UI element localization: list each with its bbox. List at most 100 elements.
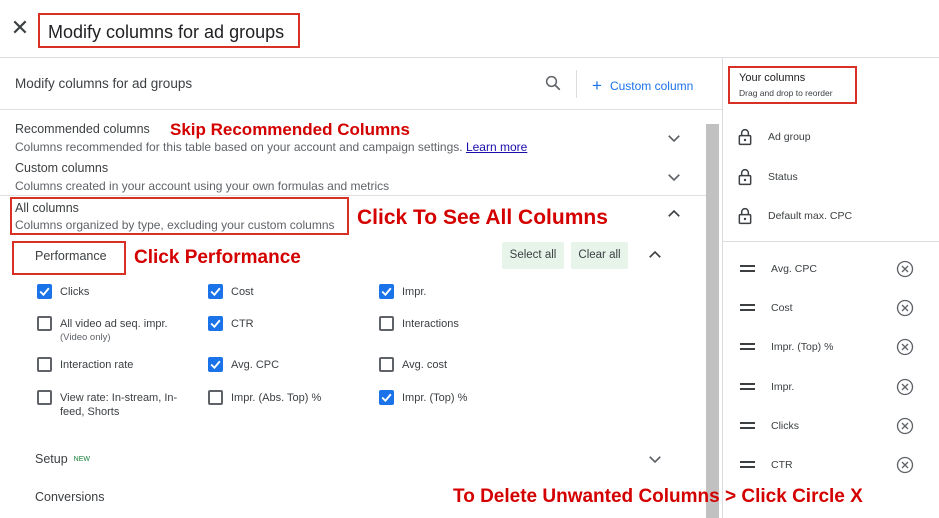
lock-icon <box>738 169 752 186</box>
annotation-see-all: Click To See All Columns <box>357 206 608 229</box>
drag-handle-icon[interactable] <box>740 422 755 430</box>
recommended-subtitle: Columns recommended for this table based… <box>15 140 527 154</box>
select-all-button[interactable]: Select all <box>502 242 564 269</box>
columns-panel: Modify columns for ad groups + Custom col… <box>0 58 722 518</box>
checkmark-icon <box>39 287 50 297</box>
chevron-down-icon[interactable] <box>646 450 664 468</box>
selected-column-row[interactable]: Impr. (Top) % <box>723 332 939 362</box>
scrollbar[interactable] <box>706 124 719 518</box>
checkbox-label: All video ad seq. impr. (Video only) <box>60 317 200 345</box>
checkmark-icon <box>210 287 221 297</box>
selected-column-label: Impr. <box>771 381 795 393</box>
annotation-skip-recommended: Skip Recommended Columns <box>170 120 410 139</box>
locked-column-row: Default max. CPC <box>723 201 939 231</box>
checkbox[interactable] <box>208 284 223 299</box>
checkbox-label: Impr. (Abs. Top) % <box>231 392 322 404</box>
custom-columns-section[interactable]: Custom columns Columns created in your a… <box>15 161 389 193</box>
chevron-up-icon[interactable] <box>646 246 664 264</box>
custom-subtitle: Columns created in your account using yo… <box>15 179 390 193</box>
lock-icon <box>738 208 752 225</box>
checkbox[interactable] <box>379 357 394 372</box>
close-icon[interactable]: ✕ <box>10 17 30 39</box>
checkbox-label: Impr. (Top) % <box>402 392 468 404</box>
checkbox-label: Avg. CPC <box>231 359 280 371</box>
header-divider <box>576 70 577 98</box>
drag-handle-icon[interactable] <box>740 461 755 469</box>
checkbox-sublabel: (Video only) <box>60 332 111 343</box>
chevron-down-icon[interactable] <box>665 129 683 147</box>
checkbox-label: Interaction rate <box>60 359 134 371</box>
custom-title: Custom columns <box>15 161 109 175</box>
selected-column-label: CTR <box>771 459 793 471</box>
checkbox[interactable] <box>208 316 223 331</box>
all-columns-title: All columns <box>15 201 79 215</box>
custom-column-button[interactable]: + Custom column <box>592 75 693 95</box>
selected-column-row[interactable]: Cost <box>723 293 939 323</box>
locked-column-label: Status <box>768 171 798 183</box>
panel-header: Modify columns for ad groups + Custom col… <box>0 58 722 110</box>
your-columns-header: Your columns Drag and drop to reorder <box>728 66 857 104</box>
setup-section[interactable]: Setup NEW <box>35 450 90 468</box>
checkbox[interactable] <box>37 284 52 299</box>
drag-handle-icon[interactable] <box>740 383 755 391</box>
plus-icon: + <box>592 76 602 95</box>
locked-column-row: Ad group <box>723 122 939 152</box>
all-columns-section[interactable]: All columns Columns organized by type, e… <box>15 201 335 232</box>
selected-column-label: Avg. CPC <box>771 263 817 275</box>
your-columns-title: Your columns <box>739 72 806 84</box>
your-columns-subtitle: Drag and drop to reorder <box>739 88 833 98</box>
selected-column-row[interactable]: Avg. CPC <box>723 254 939 284</box>
new-badge: NEW <box>73 456 91 463</box>
checkbox-label: Clicks <box>60 286 90 298</box>
checkbox[interactable] <box>37 390 52 405</box>
checkbox-label: View rate: In-stream, In-feed, Shorts <box>60 392 178 418</box>
checkbox[interactable] <box>379 390 394 405</box>
drag-handle-icon[interactable] <box>740 343 755 351</box>
checkbox[interactable] <box>379 316 394 331</box>
panel-title: Modify columns for ad groups <box>15 76 193 91</box>
checkbox[interactable] <box>208 390 223 405</box>
checkbox[interactable] <box>37 357 52 372</box>
lock-icon <box>738 129 752 146</box>
annotation-delete-columns: To Delete Unwanted Columns > Click Circl… <box>453 486 863 507</box>
checkmark-icon <box>210 360 221 370</box>
annotation-click-performance: Click Performance <box>134 247 301 268</box>
remove-circle-x-icon[interactable] <box>896 338 914 356</box>
remove-circle-x-icon[interactable] <box>896 417 914 435</box>
all-columns-subtitle: Columns organized by type, excluding you… <box>15 218 335 232</box>
checkbox[interactable] <box>379 284 394 299</box>
selected-column-row[interactable]: Clicks <box>723 411 939 441</box>
section-divider <box>0 195 706 196</box>
search-icon[interactable] <box>544 74 562 92</box>
checkmark-icon <box>381 287 392 297</box>
chevron-up-icon[interactable] <box>665 205 683 223</box>
drag-handle-icon[interactable] <box>740 265 755 273</box>
locked-column-row: Status <box>723 162 939 192</box>
clear-all-button[interactable]: Clear all <box>571 242 628 269</box>
checkbox-label: CTR <box>231 318 254 330</box>
remove-circle-x-icon[interactable] <box>896 456 914 474</box>
setup-title: Setup <box>35 452 68 466</box>
checkbox-label: Impr. <box>402 286 427 298</box>
selected-column-row[interactable]: CTR <box>723 450 939 480</box>
selected-column-label: Impr. (Top) % <box>771 341 834 353</box>
chevron-down-icon[interactable] <box>665 168 683 186</box>
performance-title[interactable]: Performance <box>35 249 107 263</box>
drag-handle-icon[interactable] <box>740 304 755 312</box>
checkbox[interactable] <box>37 316 52 331</box>
recommended-description: Columns recommended for this table based… <box>15 140 463 154</box>
checkbox-label: Cost <box>231 286 254 298</box>
custom-column-label: Custom column <box>609 79 694 93</box>
remove-circle-x-icon[interactable] <box>896 378 914 396</box>
remove-circle-x-icon[interactable] <box>896 299 914 317</box>
checkbox[interactable] <box>208 357 223 372</box>
conversions-section[interactable]: Conversions <box>35 490 104 504</box>
checkbox-label: Avg. cost <box>402 359 448 371</box>
selected-column-row[interactable]: Impr. <box>723 372 939 402</box>
your-columns-panel: Your columns Drag and drop to reorder Ad… <box>722 58 939 518</box>
checkmark-icon <box>210 319 221 329</box>
learn-more-link[interactable]: Learn more <box>466 140 527 154</box>
selected-column-label: Clicks <box>771 420 799 432</box>
right-divider <box>723 241 939 242</box>
remove-circle-x-icon[interactable] <box>896 260 914 278</box>
